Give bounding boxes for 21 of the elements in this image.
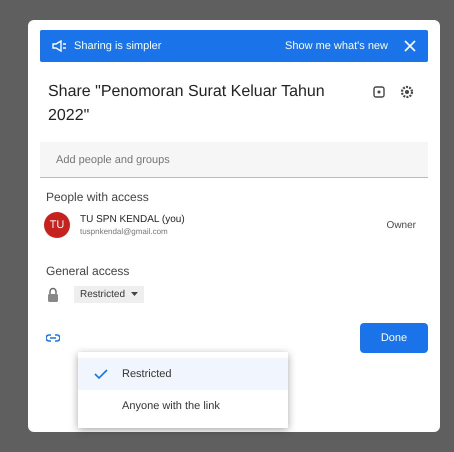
caret-icon	[131, 292, 138, 296]
link-icon[interactable]	[46, 333, 60, 343]
section-heading: General access	[46, 264, 130, 278]
section-heading: People with access	[46, 190, 150, 204]
avatar: TU	[44, 212, 70, 238]
done-button[interactable]: Done	[360, 323, 428, 353]
lock-icon	[46, 286, 60, 302]
menu-item[interactable]: Restricted	[78, 358, 288, 390]
add-people-field[interactable]: Add people and groups	[40, 142, 428, 178]
dialog-title: Share "Penomoran Surat Keluar Tahun 2022"	[48, 82, 326, 126]
person-email: tuspnkendal@gmail.com	[80, 227, 169, 236]
settings-icon[interactable]	[400, 85, 414, 99]
whats-new-link[interactable]: Show me what's new	[285, 40, 388, 52]
access-dropdown[interactable]: Restricted	[74, 286, 144, 303]
menu-item[interactable]: Anyone with the link	[78, 390, 288, 422]
megaphone-icon	[52, 40, 66, 52]
person-name: TU SPN KENDAL (you)	[80, 214, 186, 225]
close-icon[interactable]	[404, 40, 416, 52]
role-label: Owner	[386, 220, 416, 230]
banner-message: Sharing is simpler	[74, 40, 162, 52]
check-icon	[94, 369, 108, 379]
